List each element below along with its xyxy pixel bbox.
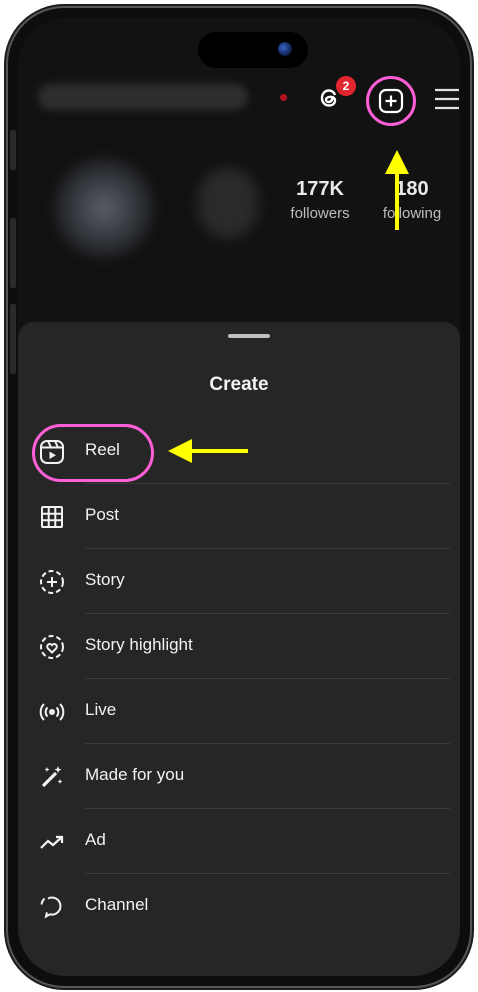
plus-square-icon bbox=[378, 88, 404, 114]
highlight-icon bbox=[38, 633, 66, 661]
annotation-circle-reel bbox=[32, 424, 154, 482]
threads-badge: 2 bbox=[336, 76, 356, 96]
dynamic-island bbox=[198, 32, 308, 68]
divider bbox=[85, 548, 450, 549]
hamburger-menu-icon[interactable] bbox=[434, 88, 460, 110]
annotation-arrow-up bbox=[385, 150, 409, 230]
divider bbox=[85, 678, 450, 679]
create-item-label: Post bbox=[85, 505, 120, 524]
story-add-icon bbox=[38, 568, 66, 596]
create-bottom-sheet: Create Reel Post Story Story highlight L… bbox=[18, 322, 460, 976]
divider bbox=[85, 483, 450, 484]
sheet-drag-handle[interactable] bbox=[228, 334, 270, 338]
status-dot bbox=[280, 94, 287, 101]
annotation-arrow-left bbox=[168, 439, 248, 463]
camera-icon bbox=[278, 42, 292, 56]
create-item-label: Ad bbox=[85, 830, 106, 849]
phone-screen: 2 177K followers 180 following Create Re… bbox=[18, 18, 460, 976]
divider bbox=[85, 873, 450, 874]
create-item-label: Live bbox=[85, 700, 117, 719]
followers-label: followers bbox=[290, 205, 350, 222]
volume-down-button bbox=[10, 304, 16, 374]
create-item-story[interactable]: Story bbox=[18, 550, 460, 614]
avatar bbox=[54, 158, 154, 258]
volume-up-button bbox=[10, 218, 16, 288]
blurred-username bbox=[38, 84, 248, 110]
followers-stat[interactable]: 177K followers bbox=[274, 178, 366, 222]
create-item-label: Story bbox=[85, 570, 125, 589]
followers-count: 177K bbox=[296, 178, 344, 200]
sheet-title: Create bbox=[209, 374, 269, 395]
create-item-live[interactable]: Live bbox=[18, 680, 460, 744]
live-icon bbox=[38, 698, 66, 726]
create-button[interactable] bbox=[366, 76, 416, 126]
create-item-label: Made for you bbox=[85, 765, 185, 784]
phone-frame: 2 177K followers 180 following Create Re… bbox=[8, 8, 470, 986]
divider bbox=[85, 743, 450, 744]
create-item-made-for-you[interactable]: Made for you bbox=[18, 745, 460, 809]
divider bbox=[85, 808, 450, 809]
magic-wand-icon bbox=[38, 763, 66, 791]
blurred-profile-detail bbox=[198, 168, 258, 238]
create-item-ad[interactable]: Ad bbox=[18, 810, 460, 874]
channel-icon bbox=[38, 893, 66, 921]
create-item-label: Story highlight bbox=[85, 635, 193, 654]
create-item-label: Channel bbox=[85, 895, 149, 914]
grid-icon bbox=[38, 503, 66, 531]
create-item-post[interactable]: Post bbox=[18, 485, 460, 549]
divider bbox=[85, 613, 450, 614]
create-item-story-highlight[interactable]: Story highlight bbox=[18, 615, 460, 679]
create-item-channel[interactable]: Channel bbox=[18, 875, 460, 939]
side-button bbox=[10, 130, 16, 170]
trend-icon bbox=[38, 828, 66, 856]
